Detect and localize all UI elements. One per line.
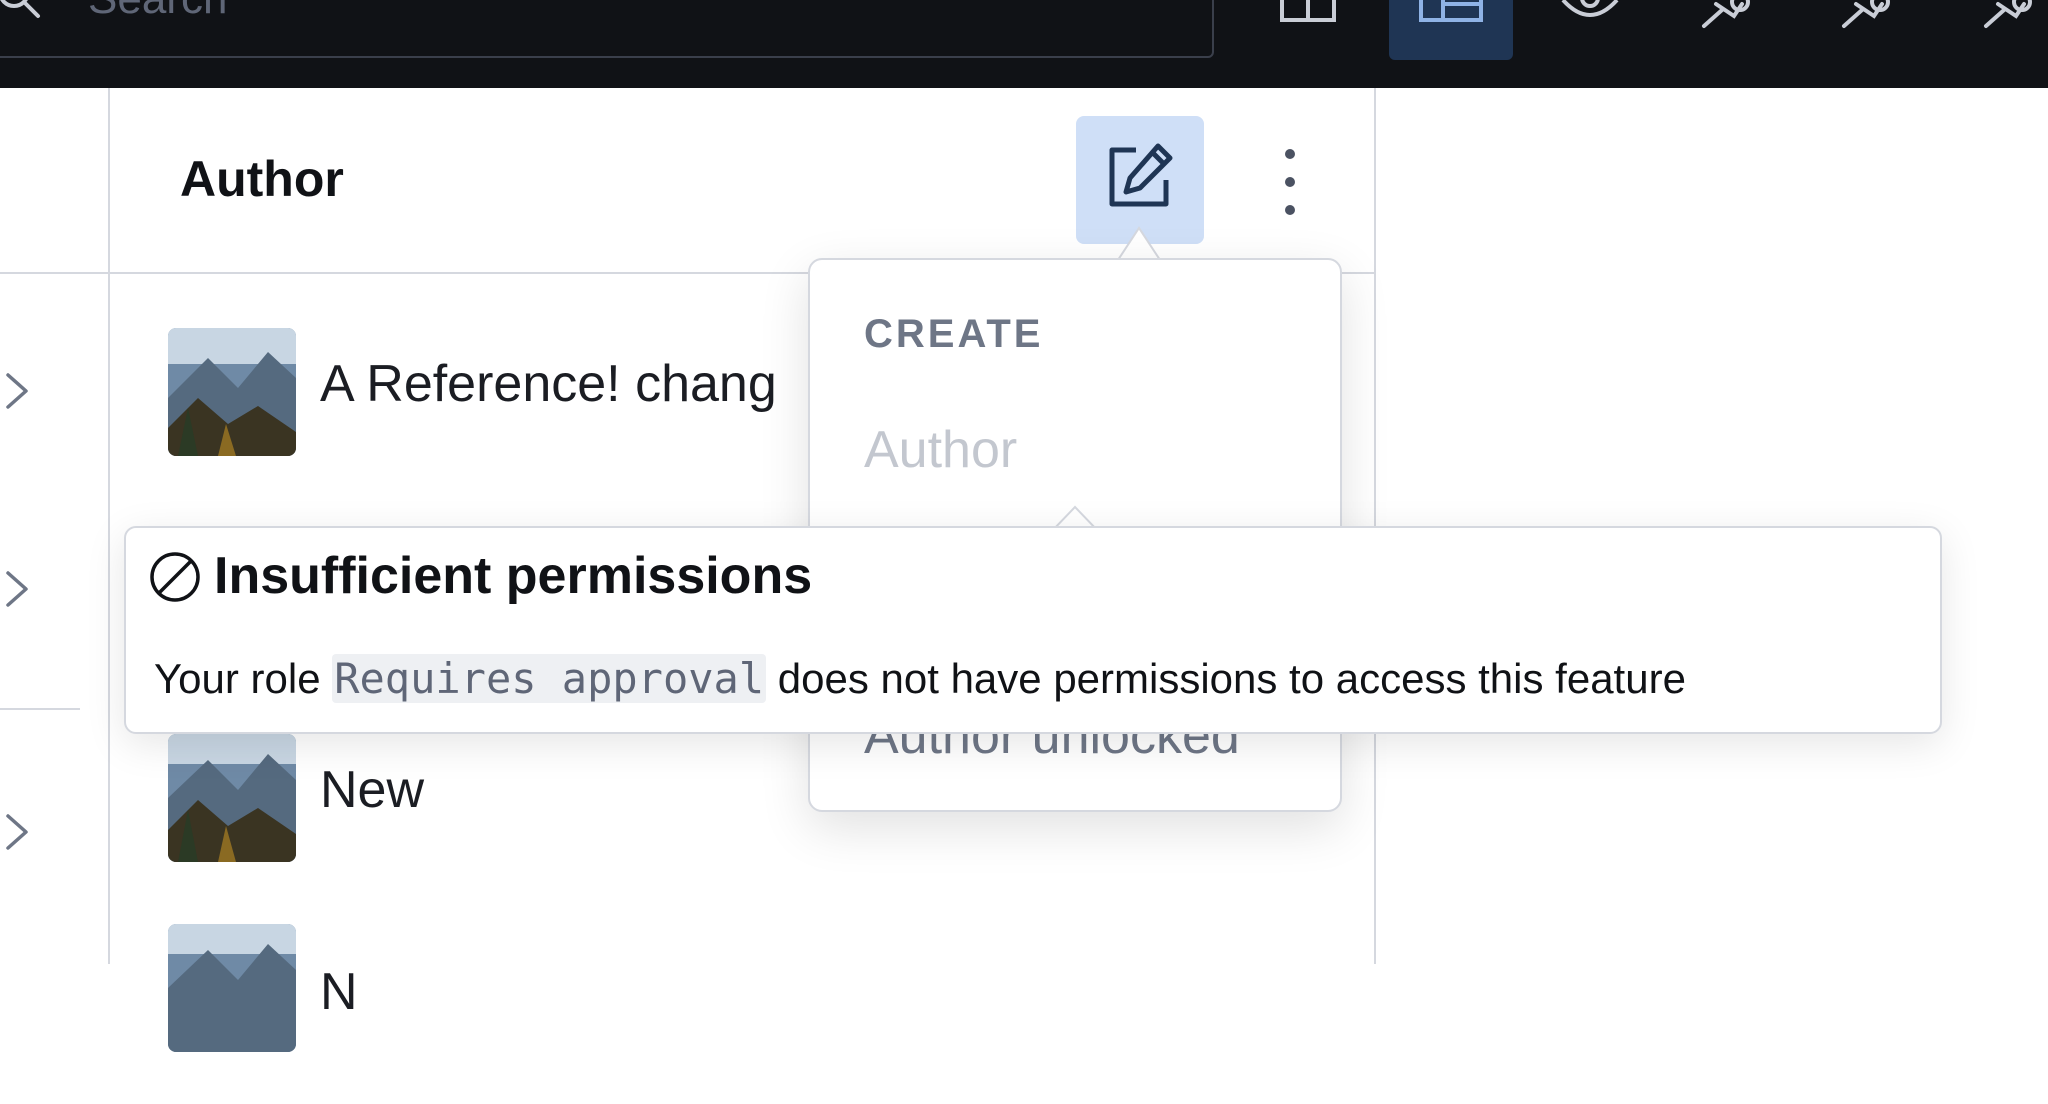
ban-icon	[150, 552, 200, 602]
pin-icon-2[interactable]	[1836, 0, 1906, 40]
panel-header: Author	[110, 88, 1374, 274]
compose-icon	[1109, 143, 1173, 207]
message-suffix: does not have permissions to access this…	[766, 655, 1686, 702]
list-item[interactable]: N	[110, 924, 1374, 1104]
create-section-label: CREATE	[864, 312, 1044, 356]
search-placeholder: Search	[88, 0, 227, 24]
split-view-button[interactable]	[1389, 0, 1513, 60]
list-item-title: New	[320, 761, 425, 819]
role-name: Requires approval	[332, 654, 767, 703]
chevron-right-icon[interactable]	[0, 371, 40, 411]
create-author-item[interactable]: Author	[864, 420, 1017, 480]
chevron-right-icon[interactable]	[0, 569, 40, 609]
top-bar: Search	[0, 0, 2048, 88]
layout-icon[interactable]	[1272, 0, 1342, 40]
more-options-icon[interactable]	[1268, 144, 1312, 220]
tooltip-title: Insufficient permissions	[214, 547, 813, 605]
split-view-icon	[1419, 0, 1483, 22]
left-list-pane	[0, 88, 110, 964]
list-item-title: A Reference! chang	[320, 355, 777, 413]
panel-title: Author	[180, 151, 344, 207]
divider	[0, 708, 80, 710]
permission-tooltip: Insufficient permissions Your role Requi…	[124, 526, 1942, 734]
tooltip-message: Your role Requires approval does not hav…	[154, 654, 1686, 703]
pin-icon[interactable]	[1696, 0, 1766, 40]
search-field[interactable]: Search	[0, 0, 1214, 58]
search-icon	[0, 0, 40, 18]
divider	[0, 272, 110, 274]
document-thumbnail	[168, 328, 296, 456]
pin-icon-3[interactable]	[1978, 0, 2048, 40]
list-item-title: N	[320, 963, 358, 1021]
document-thumbnail	[168, 924, 296, 1052]
eye-icon[interactable]	[1555, 0, 1625, 40]
message-prefix: Your role	[154, 655, 333, 702]
document-thumbnail	[168, 734, 296, 862]
chevron-right-icon[interactable]	[0, 812, 40, 852]
popover-arrow	[1118, 226, 1160, 260]
